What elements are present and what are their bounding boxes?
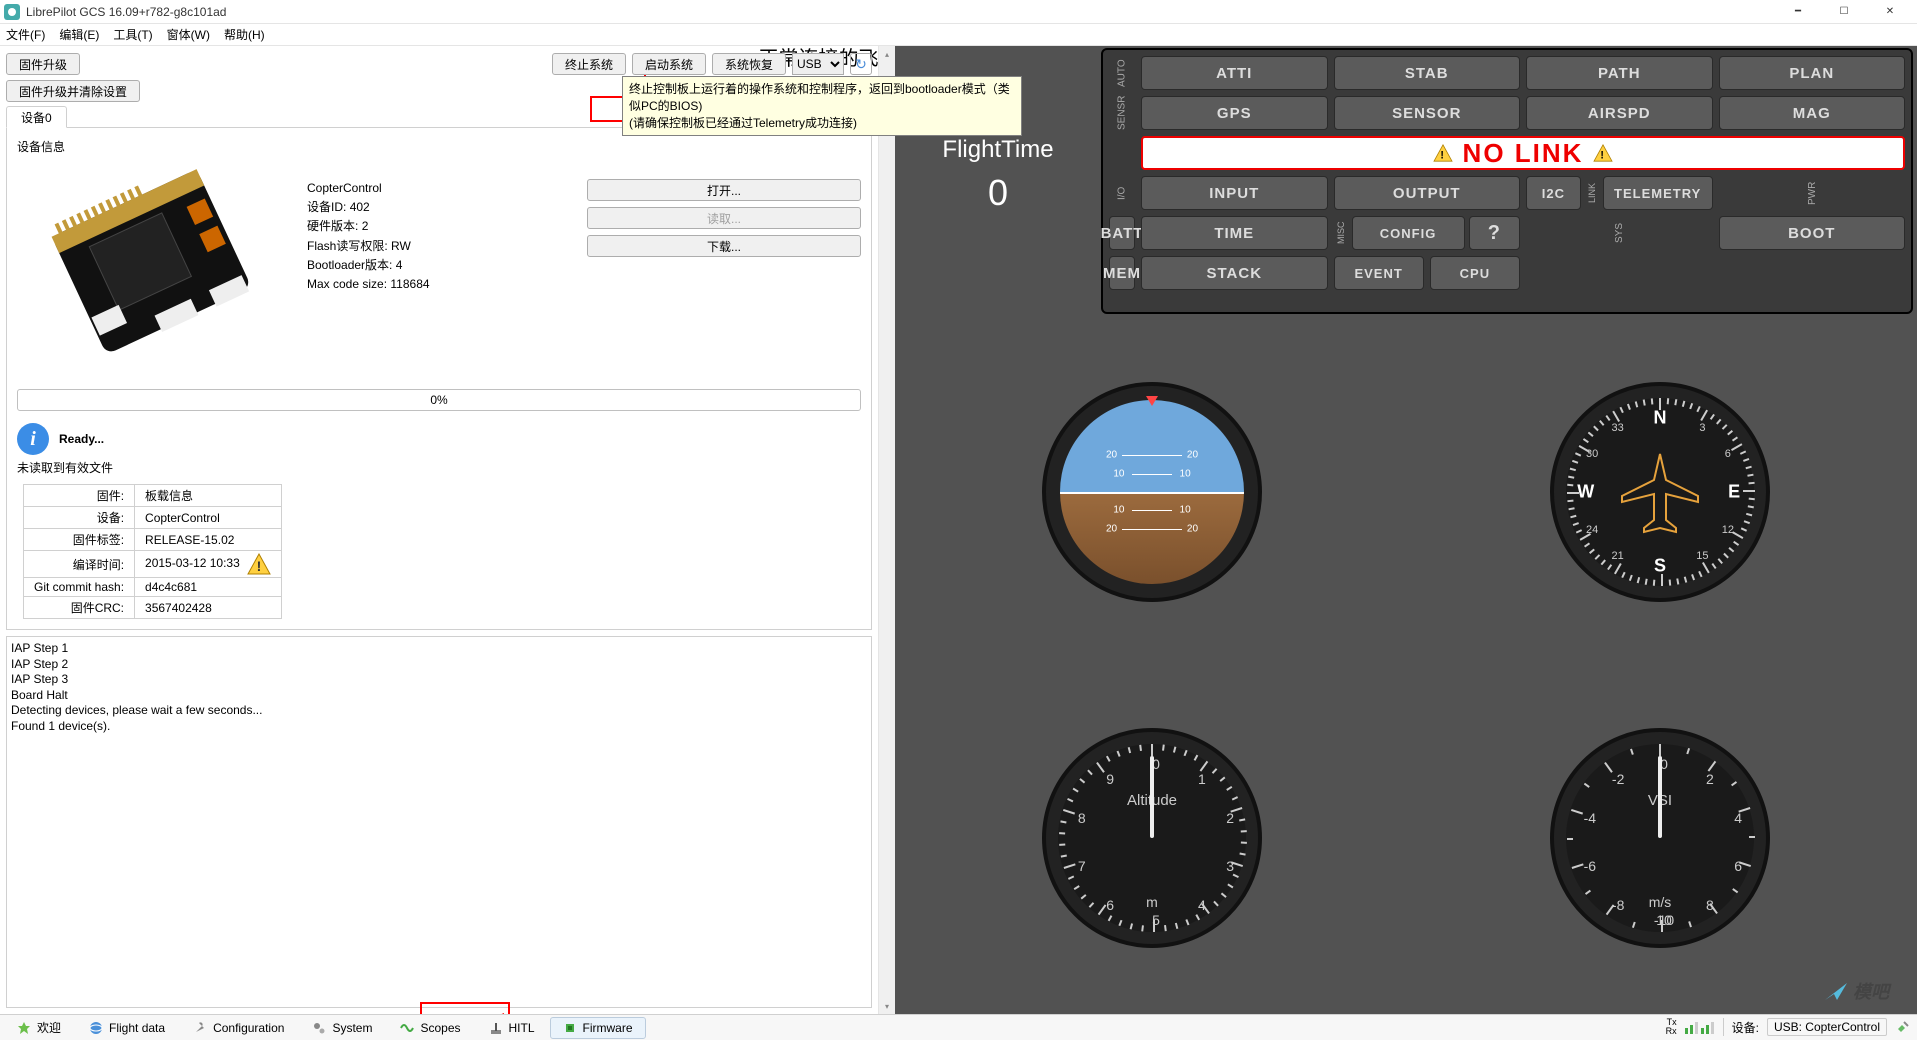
wave-icon [400, 1021, 414, 1035]
window-controls: ━ ☐ ✕ [1775, 0, 1913, 24]
menu-window[interactable]: 窗体(W) [167, 26, 210, 43]
status-config[interactable]: CONFIG [1352, 216, 1465, 250]
firmware-upgrade-clear-button[interactable]: 固件升级并清除设置 [6, 80, 140, 102]
statusbar-right: Tx Rx 设备: USB: CopterControl [1666, 1014, 1911, 1040]
left-scrollbar[interactable]: ▴▾ [878, 46, 895, 1014]
firmware-panel: 固件升级 终止系统 启动系统 系统恢复 USB ↻ 固件升级并清除设置 重启信息… [0, 46, 878, 1014]
svg-text:!: ! [1601, 150, 1606, 162]
log-area: IAP Step 1 IAP Step 2 IAP Step 3 Board H… [6, 636, 872, 1008]
firmware-upgrade-button[interactable]: 固件升级 [6, 53, 80, 75]
device-section-label: 设备信息 [17, 138, 861, 155]
watermark: 模吧 [1823, 978, 1889, 1004]
device-info: CopterControl 设备ID: 402 硬件版本: 2 Flash读写权… [307, 159, 557, 369]
status-atti[interactable]: ATTI [1141, 56, 1328, 90]
minimize-button[interactable]: ━ [1775, 0, 1821, 24]
download-button[interactable]: 下载... [587, 235, 861, 257]
info-icon: i [17, 423, 49, 455]
status-plan[interactable]: PLAN [1719, 56, 1906, 90]
halt-system-button[interactable]: 终止系统 [552, 53, 626, 75]
status-batt[interactable]: BATT [1109, 216, 1135, 250]
menu-file[interactable]: 文件(F) [6, 26, 45, 43]
tooltip: 终止控制板上运行着的操作系统和控制程序，返回到bootloader模式（类似PC… [622, 76, 1022, 136]
chip-icon [563, 1021, 577, 1035]
signal-bars-icon [1685, 1020, 1715, 1034]
status-path[interactable]: PATH [1526, 56, 1713, 90]
firmware-info-table: 固件:板载信息 设备:CopterControl 固件标签:RELEASE-15… [23, 484, 282, 619]
status-airspd[interactable]: AIRSPD [1526, 96, 1713, 130]
pfd-panel: FlightTime 0 AUTO ATTI STAB PATH PLAN SE… [895, 46, 1917, 1014]
tab-configuration[interactable]: Configuration [180, 1017, 297, 1039]
gears-icon [312, 1021, 326, 1035]
status-input[interactable]: INPUT [1141, 176, 1328, 210]
status-output[interactable]: OUTPUT [1334, 176, 1521, 210]
tab-firmware[interactable]: Firmware [550, 1017, 646, 1039]
board-image [17, 159, 277, 369]
status-telemetry[interactable]: TELEMETRY [1603, 176, 1713, 210]
status-gps[interactable]: GPS [1141, 96, 1328, 130]
tab-welcome[interactable]: 欢迎 [4, 1017, 74, 1039]
open-button[interactable]: 打开... [587, 179, 861, 201]
heading-gauge: N E S W 3 6 12 15 21 24 30 33 [1550, 382, 1770, 602]
app-icon [4, 4, 20, 20]
bottom-tabs: 欢迎 Flight data Configuration System Scop… [0, 1014, 1917, 1040]
statusbar-device-label: 设备: [1732, 1019, 1759, 1036]
txrx-indicator: Tx Rx [1666, 1018, 1677, 1036]
vsi-gauge: 0246810-2-4-6-8-10 VSI m/s [1550, 728, 1770, 948]
wrench-icon [193, 1021, 207, 1035]
status-boot[interactable]: BOOT [1719, 216, 1906, 250]
tab-hitl[interactable]: HITL [476, 1017, 548, 1039]
tab-flightdata[interactable]: Flight data [76, 1017, 178, 1039]
firmware-toolbar: 固件升级 终止系统 启动系统 系统恢复 USB ↻ [6, 52, 872, 76]
statusbar-connection[interactable]: USB: CopterControl [1767, 1018, 1887, 1036]
menu-help[interactable]: 帮助(H) [224, 26, 265, 43]
no-valid-file-text: 未读取到有效文件 [17, 459, 861, 476]
read-button[interactable]: 读取... [587, 207, 861, 229]
status-stab[interactable]: STAB [1334, 56, 1521, 90]
status-mag[interactable]: MAG [1719, 96, 1906, 130]
status-nolink: ! NO LINK ! [1141, 136, 1905, 170]
tab-system[interactable]: System [299, 1017, 385, 1039]
menu-edit[interactable]: 编辑(E) [59, 26, 99, 43]
status-help[interactable]: ? [1469, 216, 1520, 250]
recover-system-button[interactable]: 系统恢复 [712, 53, 786, 75]
warning-icon: ! [1593, 144, 1613, 162]
device-actions: 打开... 读取... 下载... [587, 159, 861, 369]
progress-bar: 0% [17, 389, 861, 411]
system-health-panel: AUTO ATTI STAB PATH PLAN SENSR GPS SENSO… [1101, 48, 1913, 314]
tab-scopes[interactable]: Scopes [387, 1017, 473, 1039]
altitude-gauge: 0123456789 Altitude m [1042, 728, 1262, 948]
boot-system-button[interactable]: 启动系统 [632, 53, 706, 75]
star-icon [17, 1021, 31, 1035]
status-sensor[interactable]: SENSOR [1334, 96, 1521, 130]
warning-icon: ! [1433, 144, 1453, 162]
gauges: 20 10 10 20 20 10 10 20 N E S W 3 [895, 316, 1917, 1014]
device-name: CopterControl [307, 179, 557, 198]
svg-text:!: ! [257, 558, 262, 574]
svg-text:!: ! [1440, 150, 1445, 162]
attitude-gauge: 20 10 10 20 20 10 10 20 [1042, 382, 1262, 602]
maximize-button[interactable]: ☐ [1821, 0, 1867, 24]
window-title: LibrePilot GCS 16.09+r782-g8c101ad [26, 5, 1775, 19]
status-time[interactable]: TIME [1141, 216, 1328, 250]
paper-plane-icon [1823, 980, 1849, 1002]
status-cpu[interactable]: CPU [1430, 256, 1520, 290]
status-event[interactable]: EVENT [1334, 256, 1424, 290]
titlebar: LibrePilot GCS 16.09+r782-g8c101ad ━ ☐ ✕ [0, 0, 1917, 24]
menu-tools[interactable]: 工具(T) [113, 26, 152, 43]
refresh-button[interactable]: ↻ [850, 53, 872, 75]
tab-device0[interactable]: 设备0 [6, 106, 67, 128]
status-stack[interactable]: STACK [1141, 256, 1328, 290]
status-mem[interactable]: MEM [1109, 256, 1135, 290]
connect-icon[interactable] [1895, 1019, 1911, 1035]
ready-text: Ready... [59, 432, 104, 446]
plane-icon [1610, 442, 1710, 542]
port-select[interactable]: USB [792, 53, 844, 75]
close-button[interactable]: ✕ [1867, 0, 1913, 24]
globe-icon [89, 1021, 103, 1035]
joystick-icon [489, 1021, 503, 1035]
status-i2c[interactable]: I2C [1526, 176, 1581, 210]
device-content: 设备信息 [6, 128, 872, 630]
main: 固件升级 终止系统 启动系统 系统恢复 USB ↻ 固件升级并清除设置 重启信息… [0, 46, 1917, 1014]
warning-icon: ! [247, 553, 271, 575]
